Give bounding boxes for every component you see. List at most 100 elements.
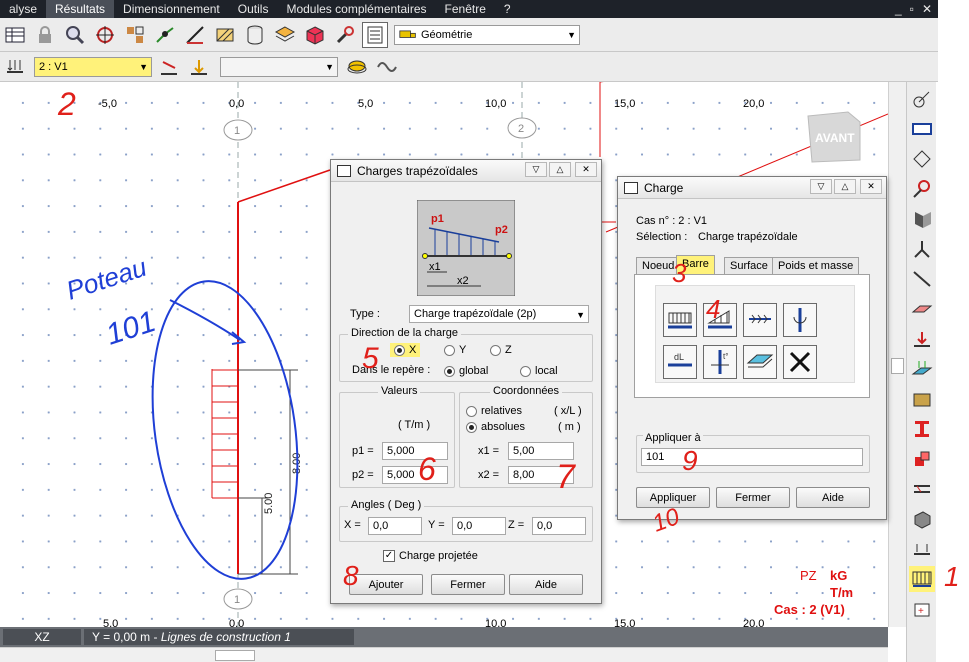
help-button[interactable]: Aide [796, 487, 870, 508]
table-icon[interactable] [2, 22, 28, 48]
temperature-load-button[interactable]: t° [703, 345, 737, 379]
chevron-down-icon[interactable]: ▽ [525, 162, 547, 177]
cube-icon[interactable] [302, 22, 328, 48]
type-select[interactable]: Charge trapézoïdale (2p) ▼ [409, 305, 589, 323]
secondary-select[interactable]: ▼ [220, 56, 338, 77]
database-icon[interactable] [242, 22, 268, 48]
view-select[interactable]: Géométrie ▼ [394, 24, 580, 45]
wrench-icon[interactable] [332, 22, 358, 48]
solid-icon[interactable] [909, 506, 935, 532]
chevron-up-icon[interactable]: △ [834, 179, 856, 194]
chevron-down-icon[interactable]: ▽ [810, 179, 832, 194]
direction-y-radio[interactable]: Y [444, 344, 466, 356]
axes-icon[interactable] [909, 86, 935, 112]
menu-help[interactable]: ? [495, 0, 520, 18]
horizontal-scrollbar[interactable] [0, 647, 888, 662]
apply-to-input[interactable]: 101 [641, 448, 863, 466]
angle-z-input[interactable]: 0,0 [532, 517, 586, 535]
angle-y-input[interactable]: 0,0 [452, 517, 506, 535]
menu-analyse[interactable]: alyse [0, 0, 46, 18]
repere-global-radio[interactable]: global [444, 365, 488, 377]
thermal-load-button[interactable]: dL [663, 345, 697, 379]
plane-indicator[interactable]: XZ [3, 629, 81, 645]
tab-barre[interactable]: Barre [676, 255, 715, 275]
apply-button[interactable]: Appliquer [636, 487, 710, 508]
menu-fenetre[interactable]: Fenêtre [436, 0, 495, 18]
close-button[interactable]: Fermer [431, 574, 505, 595]
hatch-icon[interactable] [212, 22, 238, 48]
scroll-thumb[interactable] [891, 358, 904, 374]
chevron-up-icon[interactable]: △ [549, 162, 571, 177]
projected-load-checkbox[interactable]: ✓ Charge projetée [383, 550, 478, 562]
close-icon[interactable]: ✕ [575, 162, 597, 177]
distributed-load-button[interactable] [743, 303, 777, 337]
delete-load-button[interactable] [783, 345, 817, 379]
bucket-icon[interactable] [344, 54, 370, 80]
nodal-load-icon[interactable] [909, 326, 935, 352]
diamond-icon[interactable] [909, 146, 935, 172]
absolues-radio[interactable]: absolues [466, 421, 525, 433]
surface-load-button[interactable] [743, 345, 777, 379]
close-icon[interactable]: ✕ [922, 2, 932, 16]
load-definition-icon[interactable] [156, 54, 182, 80]
p2-input[interactable]: 5,000 [382, 466, 448, 484]
menu-modules[interactable]: Modules complémentaires [277, 0, 435, 18]
list-icon[interactable] [362, 21, 388, 48]
menu-resultats[interactable]: Résultats [46, 0, 115, 18]
bar-icon[interactable] [909, 266, 935, 292]
coordinate-readout: Y = 0,00 m - Lignes de construction 1 [84, 629, 354, 645]
surface-load-icon[interactable] [909, 356, 935, 382]
bar-load-icon[interactable] [909, 566, 935, 592]
offset-icon[interactable] [909, 476, 935, 502]
tab-surface[interactable]: Surface [724, 257, 774, 275]
section-icon[interactable] [909, 116, 935, 142]
menu-outils[interactable]: Outils [229, 0, 278, 18]
x1-input[interactable]: 5,00 [508, 442, 574, 460]
x2-input[interactable]: 8,00 [508, 466, 574, 484]
uniform-load-button[interactable] [663, 303, 697, 337]
dialog-title-bar[interactable]: Charge ▽ △ ✕ [618, 177, 886, 199]
tab-poids-masse[interactable]: Poids et masse [772, 257, 860, 275]
zoom-icon[interactable] [62, 22, 88, 48]
vertical-scrollbar[interactable] [888, 82, 906, 627]
view-cube[interactable]: AVANT [807, 111, 861, 163]
wave-icon[interactable] [374, 54, 400, 80]
moment-load-button[interactable] [783, 303, 817, 337]
lock-icon[interactable] [32, 22, 58, 48]
load-type-icon[interactable] [909, 536, 935, 562]
tab-noeud[interactable]: Noeud [636, 257, 681, 275]
node-grid-icon[interactable] [122, 22, 148, 48]
calc-icon[interactable]: + [909, 596, 935, 622]
close-button[interactable]: Fermer [716, 487, 790, 508]
dialog-title-bar[interactable]: Charges trapézoïdales ▽ △ ✕ [331, 160, 601, 182]
beam-3d-icon[interactable] [909, 206, 935, 232]
direction-x-radio[interactable]: X [390, 343, 421, 357]
p1-input[interactable]: 5,000 [382, 442, 448, 460]
restore-icon[interactable]: ▫ [910, 2, 914, 16]
plate-icon[interactable] [909, 296, 935, 322]
i-beam-icon[interactable] [909, 416, 935, 442]
close-icon[interactable]: ✕ [860, 179, 882, 194]
trapezoidal-load-button[interactable] [703, 303, 737, 337]
repere-local-radio[interactable]: local [520, 365, 558, 377]
help-button[interactable]: Aide [509, 574, 583, 595]
minimize-icon[interactable]: _ [895, 2, 902, 16]
measure-icon[interactable] [182, 22, 208, 48]
load-case-icon[interactable] [2, 54, 28, 80]
construction-lines-label: Lignes de construction 1 [160, 630, 291, 644]
relatives-radio[interactable]: relatives [466, 405, 522, 417]
panel-icon[interactable] [909, 386, 935, 412]
release-icon[interactable] [152, 22, 178, 48]
cube-stack-icon[interactable] [909, 446, 935, 472]
angle-x-input[interactable]: 0,0 [368, 517, 422, 535]
zoom-target-icon[interactable] [92, 22, 118, 48]
add-button[interactable]: Ajouter [349, 574, 423, 595]
support-icon[interactable] [909, 236, 935, 262]
layers-icon[interactable] [272, 22, 298, 48]
load-case-select[interactable]: 2 : V1 ▼ [34, 56, 152, 77]
load-table-icon[interactable] [186, 54, 212, 80]
menu-dimensionnement[interactable]: Dimensionnement [114, 0, 229, 18]
scroll-thumb[interactable] [215, 650, 255, 661]
direction-z-radio[interactable]: Z [490, 344, 512, 356]
node-icon[interactable] [909, 176, 935, 202]
